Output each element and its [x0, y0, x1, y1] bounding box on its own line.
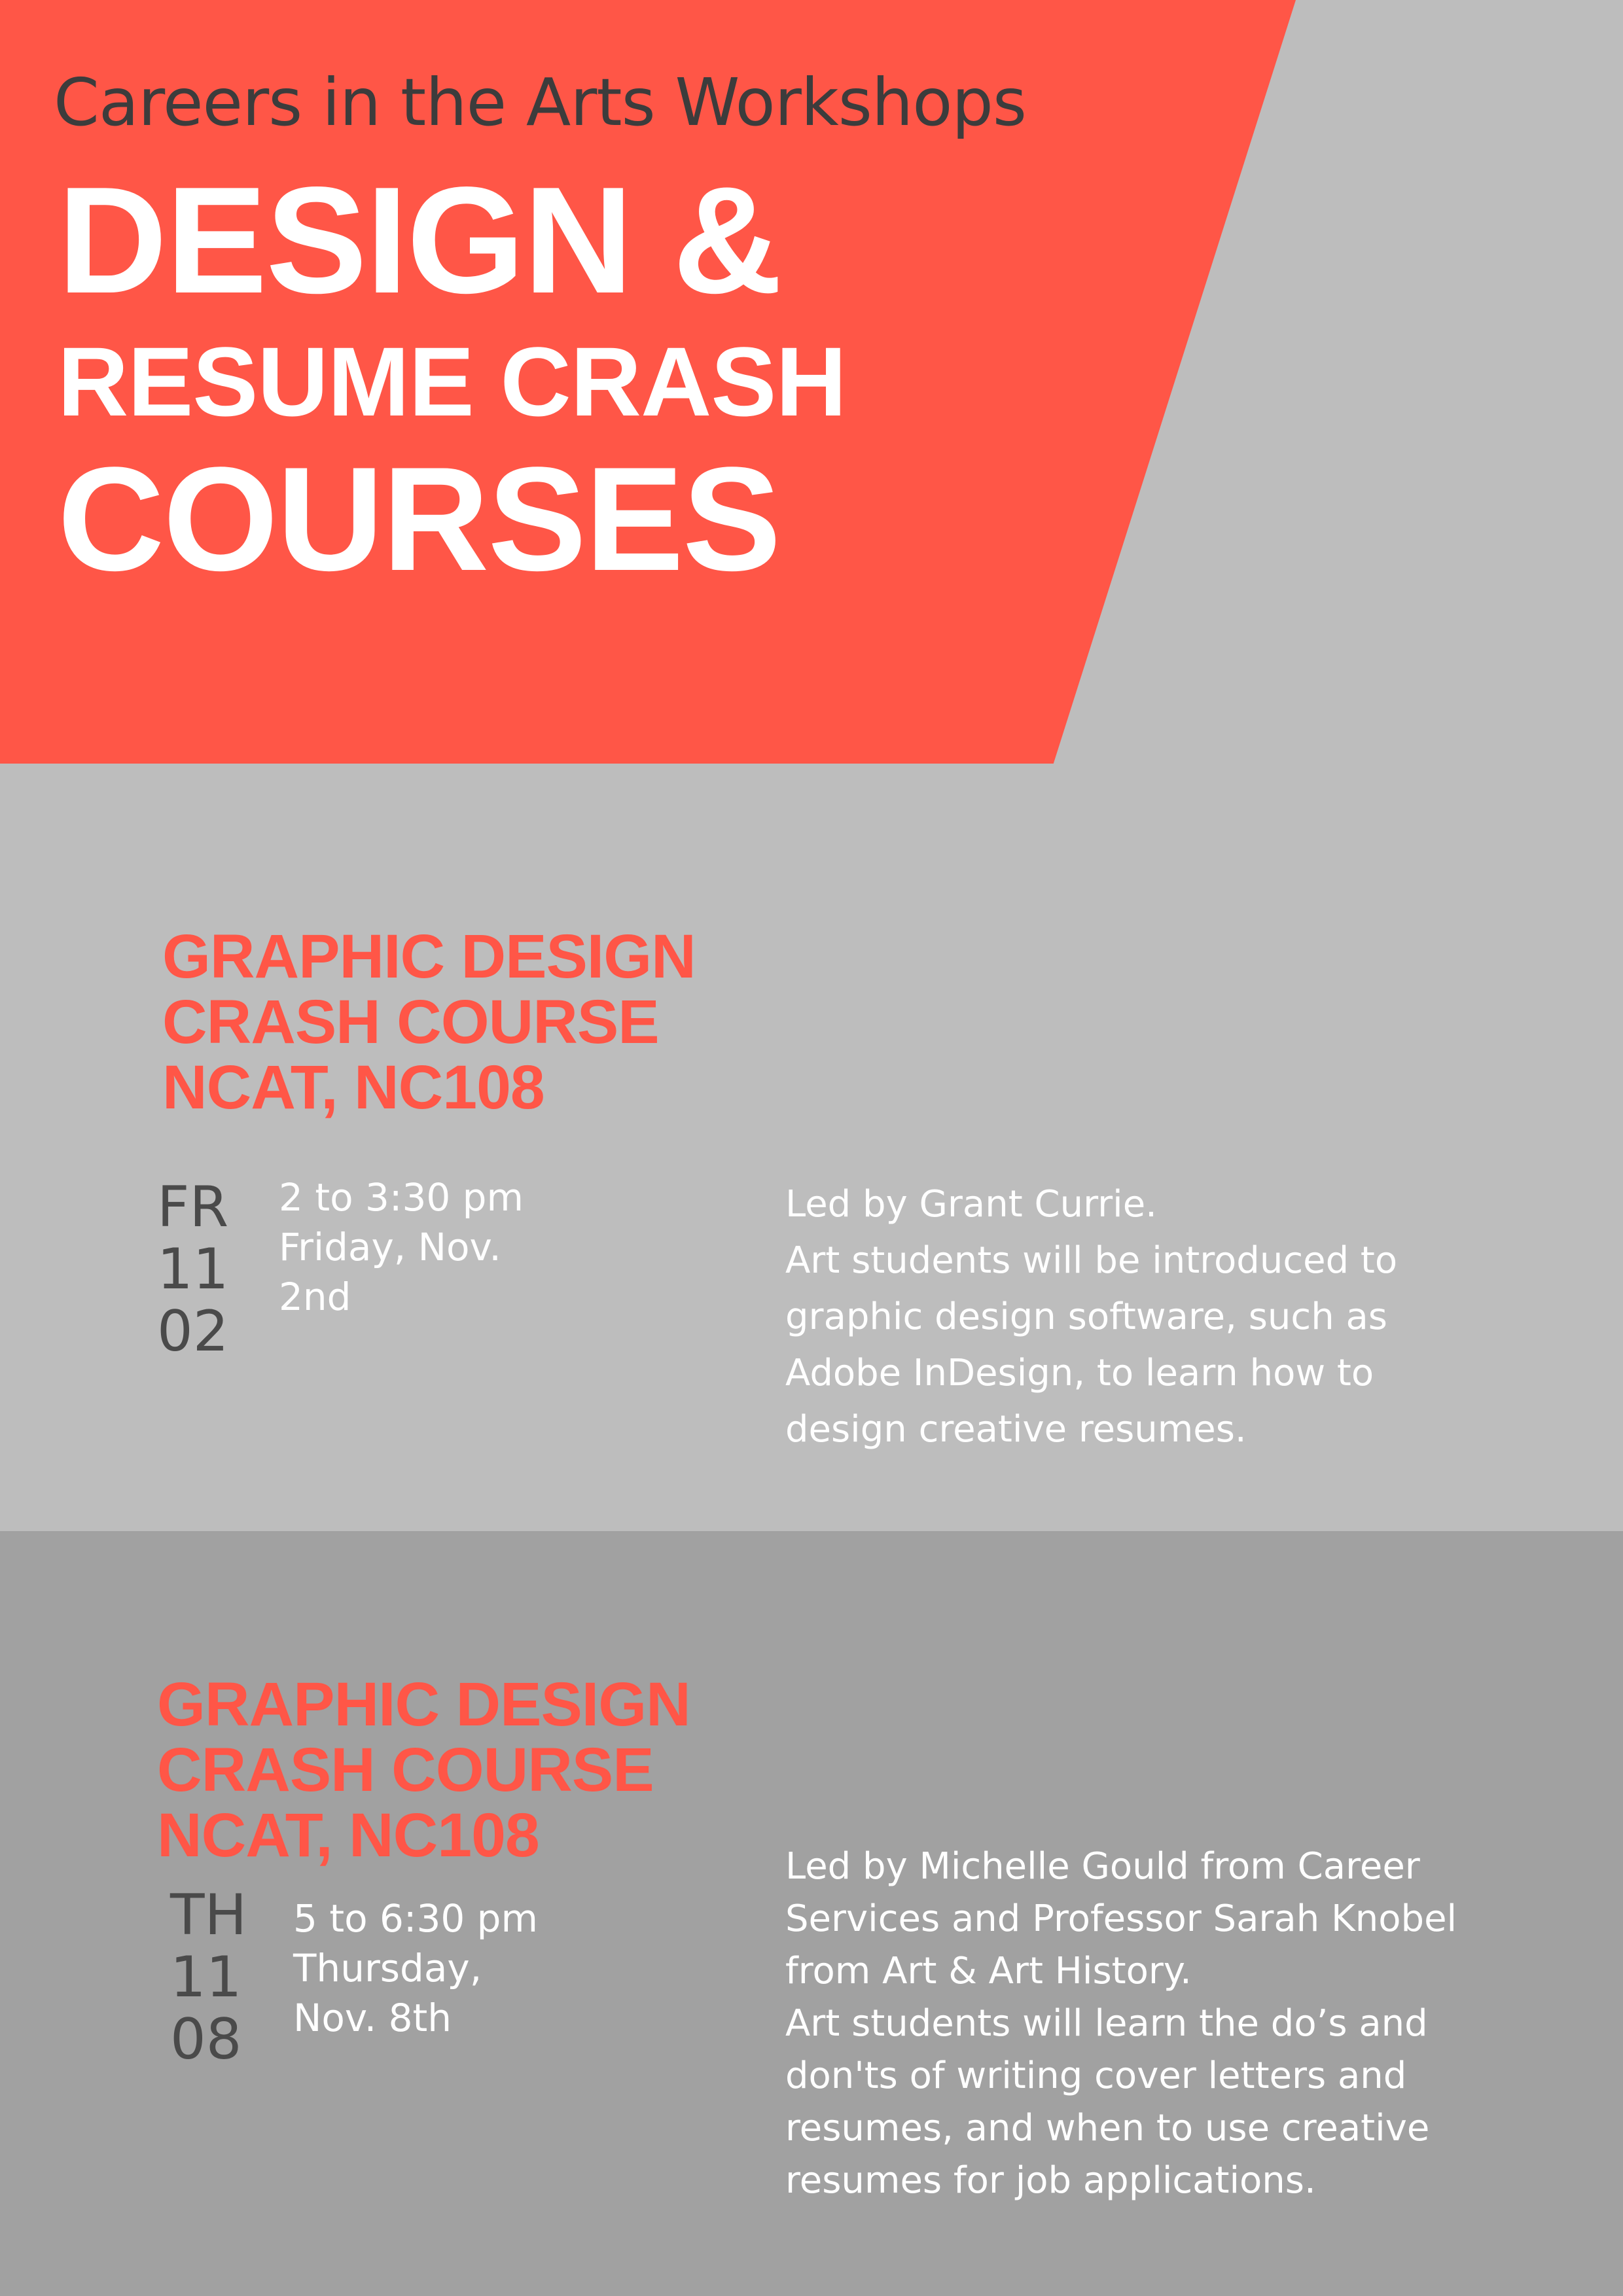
event-2-time-line: Nov. 8th [293, 1996, 452, 2040]
event-1-day-abbrev: FR [157, 1174, 229, 1240]
event-1-month: 11 [157, 1237, 229, 1302]
event-1-description-line: Adobe InDesign, to learn how to [785, 1352, 1374, 1394]
event-2-time: 5 to 6:30 pm Thursday, Nov. 8th [293, 1894, 538, 2043]
event-1-heading-line: CRASH COURSE [162, 987, 660, 1057]
title-line-3: COURSES [58, 436, 781, 601]
event-1-description-line: design creative resumes. [785, 1408, 1247, 1451]
event-1-description: Led by Grant Currie. Art students will b… [785, 1176, 1397, 1458]
event-2-description: Led by Michelle Gould from Career Servic… [785, 1841, 1457, 2207]
event-2-day: 08 [170, 2007, 242, 2072]
event-2-heading-line: GRAPHIC DESIGN [157, 1670, 691, 1739]
event-2-description-line: Led by Michelle Gould from Career [785, 1845, 1420, 1888]
event-1-day: 02 [157, 1299, 229, 1364]
event-2-description-line: resumes for job applications. [785, 2159, 1316, 2202]
event-2-time-line: 5 to 6:30 pm [293, 1896, 538, 1941]
event-2-description-line: resumes, and when to use creative [785, 2107, 1430, 2149]
event-1-time: 2 to 3:30 pm Friday, Nov. 2nd [279, 1173, 524, 1322]
event-2-time-line: Thursday, [293, 1946, 482, 1990]
workshop-series-subtitle: Careers in the Arts Workshops [54, 64, 1027, 141]
event-1-heading: GRAPHIC DESIGN CRASH COURSE NCAT, NC108 [162, 924, 696, 1120]
event-1-date: FR 11 02 [157, 1176, 228, 1363]
event-2-date: TH 11 08 [170, 1884, 247, 2071]
event-2-description-line: don'ts of writing cover letters and [785, 2055, 1407, 2097]
title-line-1: DESIGN & [58, 156, 782, 325]
event-1-description-line: Led by Grant Currie. [785, 1183, 1157, 1226]
event-2-description-line: Art students will learn the do’s and [785, 2002, 1428, 2045]
event-1-time-line: Friday, Nov. [279, 1225, 501, 1269]
event-2-heading-line: NCAT, NC108 [157, 1801, 540, 1870]
event-1-time-line: 2nd [279, 1275, 351, 1319]
event-1-heading-line: GRAPHIC DESIGN [162, 922, 696, 991]
event-2-heading: GRAPHIC DESIGN CRASH COURSE NCAT, NC108 [157, 1670, 691, 1870]
event-2-day-abbrev: TH [170, 1882, 247, 1948]
title-line-2: RESUME CRASH [58, 327, 847, 436]
event-1-heading-line: NCAT, NC108 [162, 1053, 545, 1122]
event-2-description-line: Services and Professor Sarah Knobel [785, 1898, 1457, 1940]
event-2-month: 11 [170, 1945, 242, 2010]
event-1-description-line: graphic design software, such as [785, 1296, 1387, 1338]
event-2-heading-line: CRASH COURSE [157, 1735, 654, 1805]
event-1-time-line: 2 to 3:30 pm [279, 1175, 524, 1220]
event-2-description-line: from Art & Art History. [785, 1950, 1192, 1992]
event-1-description-line: Art students will be introduced to [785, 1239, 1398, 1282]
